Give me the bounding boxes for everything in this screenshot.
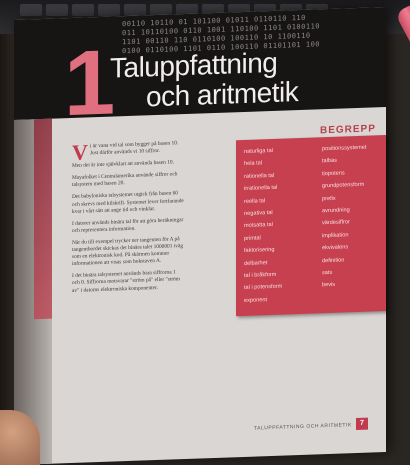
page-number: 7 bbox=[356, 417, 368, 431]
paragraph: Mayafolket i Centralamerika använde siff… bbox=[72, 171, 178, 189]
paragraph: Det babyloniska talsystemet utgick från … bbox=[72, 190, 184, 215]
dropcap-letter: V bbox=[72, 139, 88, 165]
intro-text: V i är vana vid tal som bygger på basen … bbox=[72, 139, 184, 300]
paragraph: V i är vana vid tal som bygger på basen … bbox=[72, 139, 184, 165]
red-margin-stripe bbox=[34, 118, 52, 320]
keyboard-key bbox=[20, 4, 42, 18]
chapter-banner: 00110 10110 01 101100 01011 0110110 110 … bbox=[14, 7, 386, 120]
begrepp-term: exponent bbox=[244, 297, 268, 304]
paragraph: När du till exempel trycker ner tangente… bbox=[72, 236, 184, 268]
begrepp-term: tal i potensform bbox=[244, 284, 283, 292]
paragraph: I datorer används binära tal för att gör… bbox=[72, 216, 184, 234]
paragraph: Men det är inte självklart att använda b… bbox=[72, 159, 174, 170]
begrepp-term: irrationella tal bbox=[244, 185, 278, 193]
begrepp-term: grundpotensform bbox=[322, 181, 365, 190]
begrepp-heading: BEGREPP bbox=[320, 123, 376, 137]
begrepp-column-2: positionssystemet talbas tiopotens grund… bbox=[322, 142, 366, 292]
paragraph: I det binära talsystemet används bara si… bbox=[72, 269, 180, 294]
begrepp-term: positionssystemet bbox=[322, 144, 367, 153]
begrepp-term: bevis bbox=[322, 282, 336, 289]
begrepp-column-1: naturliga tal hela tal rationella tal ir… bbox=[244, 145, 282, 308]
chapter-title-line2: och aritmetik bbox=[146, 76, 299, 113]
chapter-number: 1 bbox=[64, 31, 116, 120]
running-footer: TALUPPFATTNING OCH ARITMETIK bbox=[254, 422, 352, 432]
keyboard-key bbox=[72, 4, 94, 18]
paragraph-text: i är vana vid tal som bygger på basen 10… bbox=[89, 140, 179, 157]
begrepp-box: naturliga tal hela tal rationella tal ir… bbox=[236, 135, 386, 317]
textbook-page: 00110 10110 01 101100 01011 0110110 110 … bbox=[14, 7, 386, 465]
keyboard-key bbox=[46, 4, 68, 18]
